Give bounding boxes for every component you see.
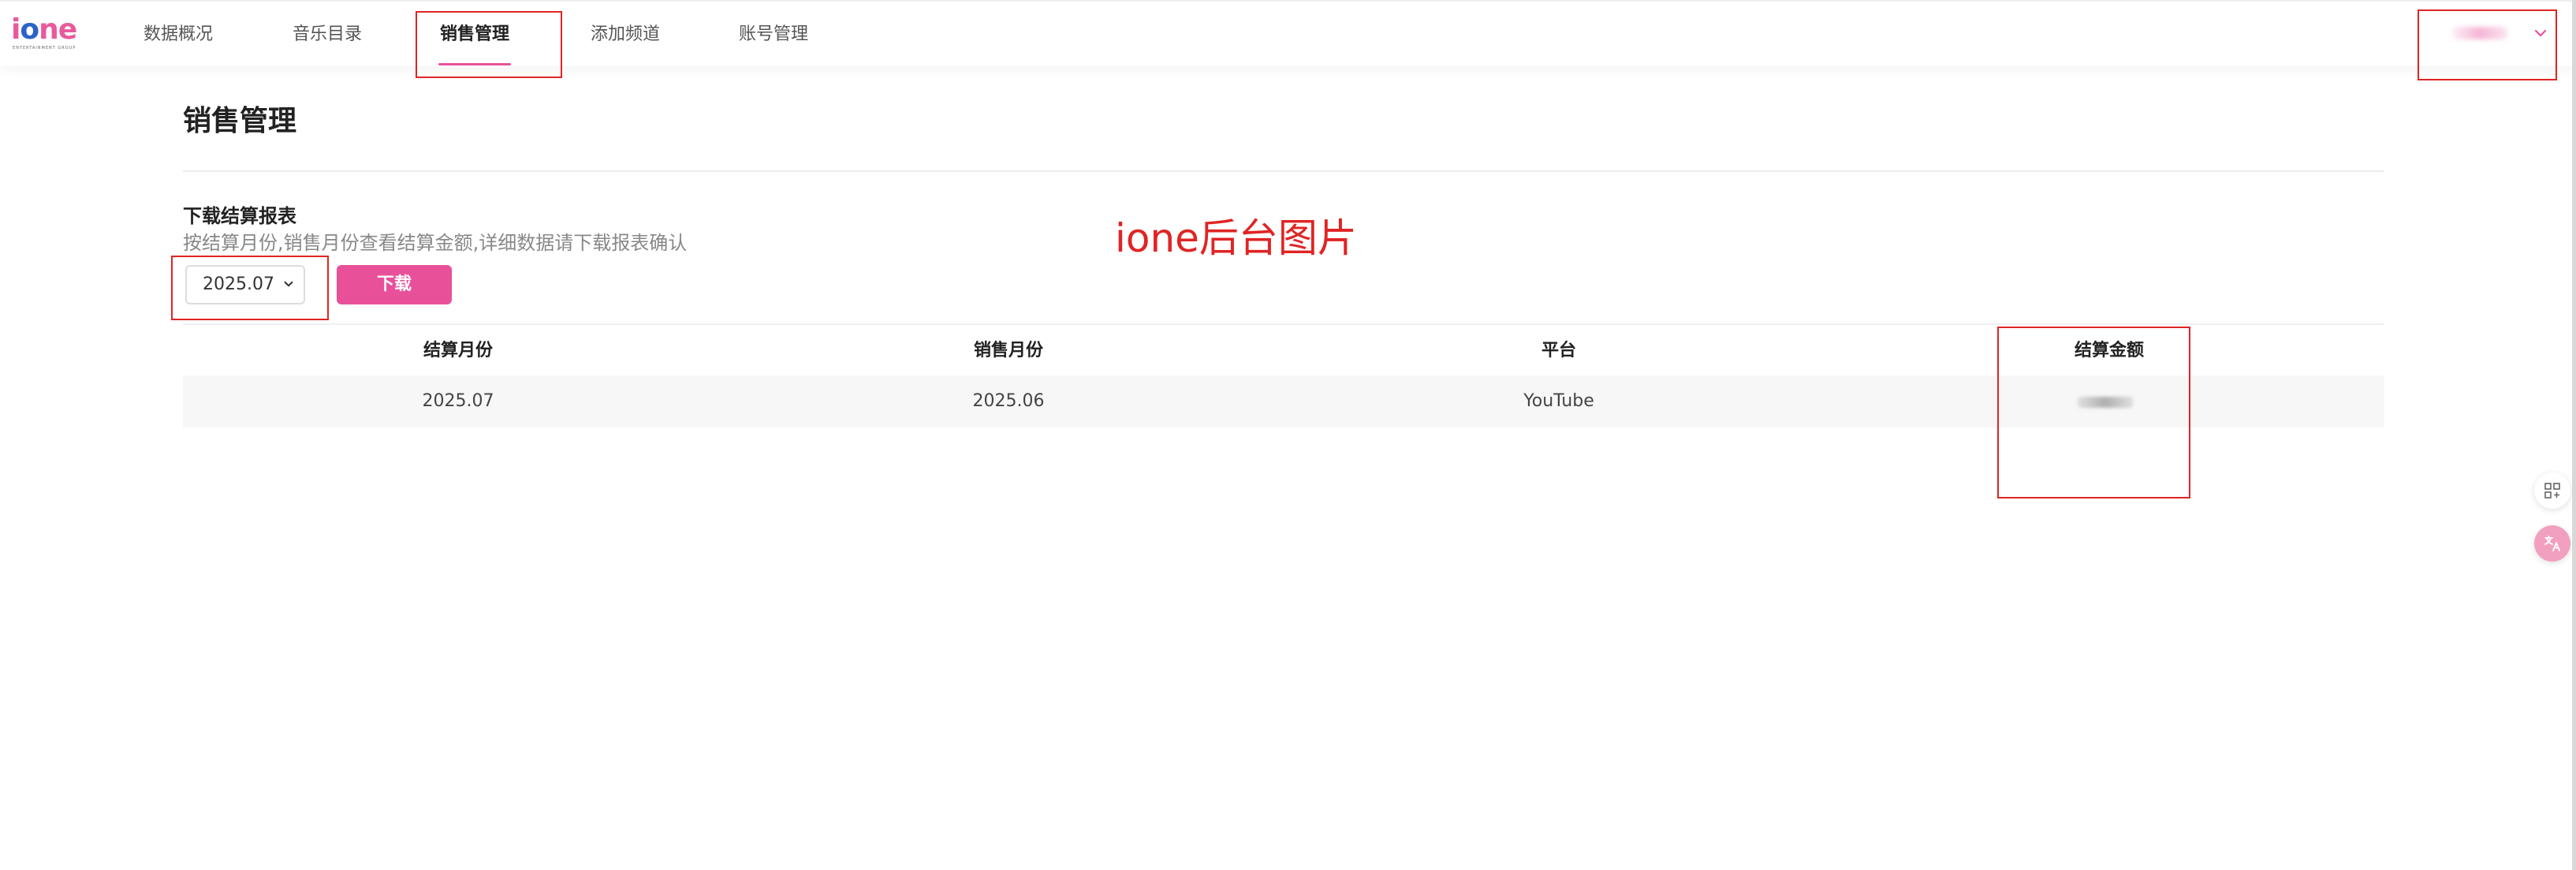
floating-translate-button[interactable] [2534,525,2570,562]
top-navigation-bar: ione ENTERTAINMENT GROUP 数据概况 音乐目录 销售管理 … [0,0,2576,66]
page-title: 销售管理 [183,105,297,137]
window-edge [2572,0,2576,870]
floating-tool-button[interactable] [2534,472,2570,509]
download-button[interactable]: 下载 [337,265,452,304]
cell-settlement-month: 2025.07 [422,391,494,411]
section-description: 按结算月份,销售月份查看结算金额,详细数据请下载报表确认 [183,232,688,254]
annotation-box-select [171,256,329,320]
annotation-label: ione后台图片 [1115,215,1357,261]
nav-item-music-catalog[interactable]: 音乐目录 [293,2,362,68]
logo-subtitle: ENTERTAINMENT GROUP [13,46,76,50]
cell-platform: YouTube [1523,391,1594,411]
nav-item-account-management[interactable]: 账号管理 [739,2,808,68]
annotation-box-user [2418,9,2557,80]
header-sales-month: 销售月份 [973,341,1043,360]
logo-wordmark: ione [11,13,77,46]
section-title: 下载结算报表 [183,205,296,227]
annotation-box-amount [1997,327,2190,498]
nav-item-add-channel[interactable]: 添加频道 [591,2,660,68]
cell-sales-month: 2025.06 [972,391,1045,411]
ione-logo[interactable]: ione ENTERTAINMENT GROUP [11,13,82,51]
translate-icon [2544,536,2560,551]
grid-plus-icon [2544,483,2560,498]
annotation-box-nav [416,11,562,78]
header-settlement-month: 结算月份 [423,341,493,360]
nav-item-data-overview[interactable]: 数据概况 [144,2,213,68]
header-platform: 平台 [1541,341,1576,360]
title-divider [183,170,2384,172]
